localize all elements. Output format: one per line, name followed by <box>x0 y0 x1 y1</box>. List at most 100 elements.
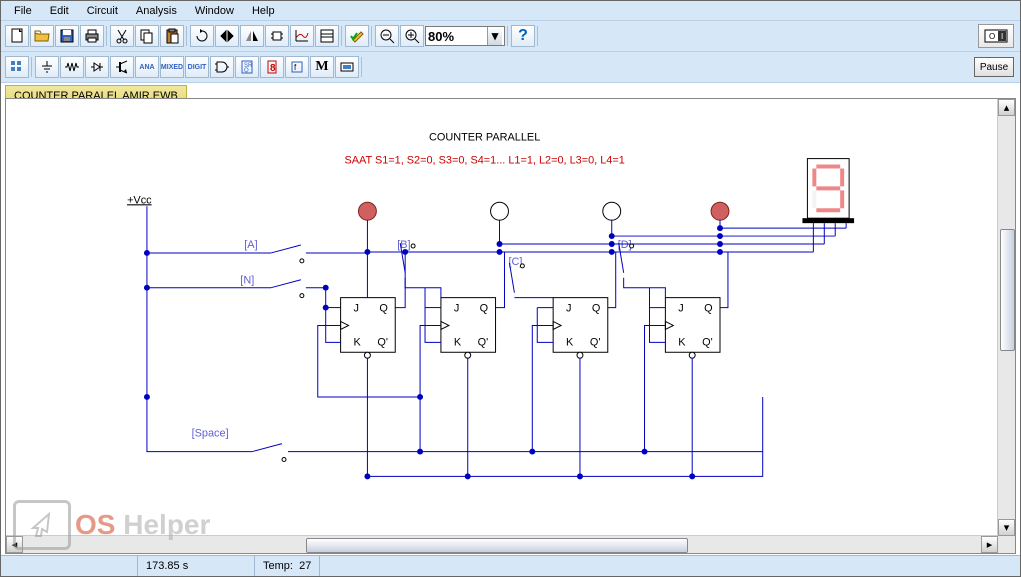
properties-button[interactable] <box>315 25 339 47</box>
switch-n <box>271 280 304 298</box>
print-button[interactable] <box>80 25 104 47</box>
circuit-title: COUNTER PARALLEL <box>429 132 540 144</box>
indicators-button[interactable]: 8 <box>260 56 284 78</box>
scroll-left-button[interactable]: ◂ <box>6 536 23 553</box>
svg-text:8: 8 <box>270 63 276 74</box>
led-2 <box>491 202 509 220</box>
svg-text:Q': Q' <box>702 336 713 348</box>
svg-text:Q: Q <box>592 303 600 315</box>
canvas-area: COUNTER PARALLEL SAAT S1=1, S2=0, S3=0, … <box>5 98 1016 554</box>
svg-text:K: K <box>678 336 686 348</box>
svg-text:J: J <box>354 303 359 315</box>
diodes-button[interactable] <box>85 56 109 78</box>
mixed-ic-icon: MIXED <box>161 64 183 71</box>
digital-button[interactable]: SRQ <box>235 56 259 78</box>
run-switch[interactable]: OI <box>978 24 1014 48</box>
scroll-right-button[interactable]: ▸ <box>981 536 998 553</box>
subcircuit-button[interactable] <box>265 25 289 47</box>
sources-button[interactable] <box>35 56 59 78</box>
flipflop-3: JQ KQ' <box>553 298 608 359</box>
paste-button[interactable] <box>160 25 184 47</box>
favorites-button[interactable] <box>5 56 29 78</box>
zoom-select[interactable]: 80% ▾ <box>425 26 505 46</box>
svg-text:Q: Q <box>379 303 387 315</box>
led-3 <box>603 202 621 220</box>
toolbar-row-2: ANA MIXED DIGIT SRQ 8 f M Pause <box>1 51 1020 83</box>
instruments-button[interactable] <box>335 56 359 78</box>
basic-button[interactable] <box>60 56 84 78</box>
new-button[interactable] <box>5 25 29 47</box>
sevenseg-icon: 8 <box>264 59 280 75</box>
flip-h-icon <box>219 28 235 44</box>
copy-icon <box>139 28 155 44</box>
scrollbar-corner <box>998 536 1015 553</box>
open-button[interactable] <box>30 25 54 47</box>
folder-open-icon <box>34 28 50 44</box>
save-button[interactable] <box>55 25 79 47</box>
logic-gates-button[interactable] <box>210 56 234 78</box>
circuit-canvas[interactable]: COUNTER PARALLEL SAAT S1=1, S2=0, S3=0, … <box>6 99 998 536</box>
status-bar: 173.85 s Temp: 27 <box>1 555 1020 576</box>
flip-v-button[interactable] <box>240 25 264 47</box>
hscroll-thumb[interactable] <box>306 538 688 553</box>
svg-text:Q': Q' <box>377 336 388 348</box>
vertical-scrollbar[interactable]: ▴ ▾ <box>997 99 1015 536</box>
svg-text:Q: Q <box>244 68 249 74</box>
controls-button[interactable]: f <box>285 56 309 78</box>
help-button[interactable]: ? <box>511 25 535 47</box>
properties-icon <box>319 28 335 44</box>
switch-a <box>271 245 304 263</box>
menu-edit[interactable]: Edit <box>41 3 78 19</box>
menu-bar: File Edit Circuit Analysis Window Help <box>1 1 1020 21</box>
menu-help[interactable]: Help <box>243 3 284 19</box>
pause-button[interactable]: Pause <box>974 57 1014 77</box>
vcc-label: +Vcc <box>127 194 152 206</box>
flip-h-button[interactable] <box>215 25 239 47</box>
zoom-out-button[interactable] <box>375 25 399 47</box>
instrument-icon <box>339 59 355 75</box>
menu-window[interactable]: Window <box>186 3 243 19</box>
zoom-value: 80% <box>428 29 454 44</box>
pencil-check-icon <box>349 28 365 44</box>
rotate-button[interactable] <box>190 25 214 47</box>
circuit-subtitle: SAAT S1=1, S2=0, S3=0, S4=1... L1=1, L2=… <box>344 155 624 167</box>
svg-text:f: f <box>294 63 297 72</box>
transistor-icon <box>114 59 130 75</box>
cut-button[interactable] <box>110 25 134 47</box>
vscroll-thumb[interactable] <box>1000 229 1015 351</box>
zoom-in-icon <box>404 28 420 44</box>
analog-ic-button[interactable]: ANA <box>135 56 159 78</box>
print-icon <box>84 28 100 44</box>
options-button[interactable] <box>345 25 369 47</box>
digital-ic-button[interactable]: DIGIT <box>185 56 209 78</box>
controls-icon: f <box>289 59 305 75</box>
menu-file[interactable]: File <box>5 3 41 19</box>
mixed-ic-button[interactable]: MIXED <box>160 56 184 78</box>
scroll-down-button[interactable]: ▾ <box>998 519 1015 536</box>
flipflop-1: J Q K Q' <box>341 298 396 359</box>
rotate-icon <box>194 28 210 44</box>
misc-button[interactable]: M <box>310 56 334 78</box>
flip-v-icon <box>244 28 260 44</box>
net-space: [Space] <box>192 428 229 440</box>
horizontal-scrollbar[interactable]: ◂ ▸ <box>6 535 998 553</box>
menu-circuit[interactable]: Circuit <box>78 3 127 19</box>
flipflop-2: JQ KQ' <box>441 298 496 359</box>
led-1 <box>358 202 376 220</box>
chevron-down-icon: ▾ <box>487 27 502 45</box>
svg-text:K: K <box>354 336 362 348</box>
svg-text:Q: Q <box>480 303 488 315</box>
graph-button[interactable] <box>290 25 314 47</box>
svg-text:K: K <box>454 336 462 348</box>
paste-icon <box>164 28 180 44</box>
status-spacer <box>1 556 137 576</box>
copy-button[interactable] <box>135 25 159 47</box>
switch-space <box>252 444 286 462</box>
menu-analysis[interactable]: Analysis <box>127 3 186 19</box>
zoom-in-button[interactable] <box>400 25 424 47</box>
scroll-up-button[interactable]: ▴ <box>998 99 1015 116</box>
transistors-button[interactable] <box>110 56 134 78</box>
net-n: [N] <box>240 275 254 287</box>
circuit-diagram: COUNTER PARALLEL SAAT S1=1, S2=0, S3=0, … <box>6 99 998 536</box>
flipflop-icon: SRQ <box>239 59 255 75</box>
